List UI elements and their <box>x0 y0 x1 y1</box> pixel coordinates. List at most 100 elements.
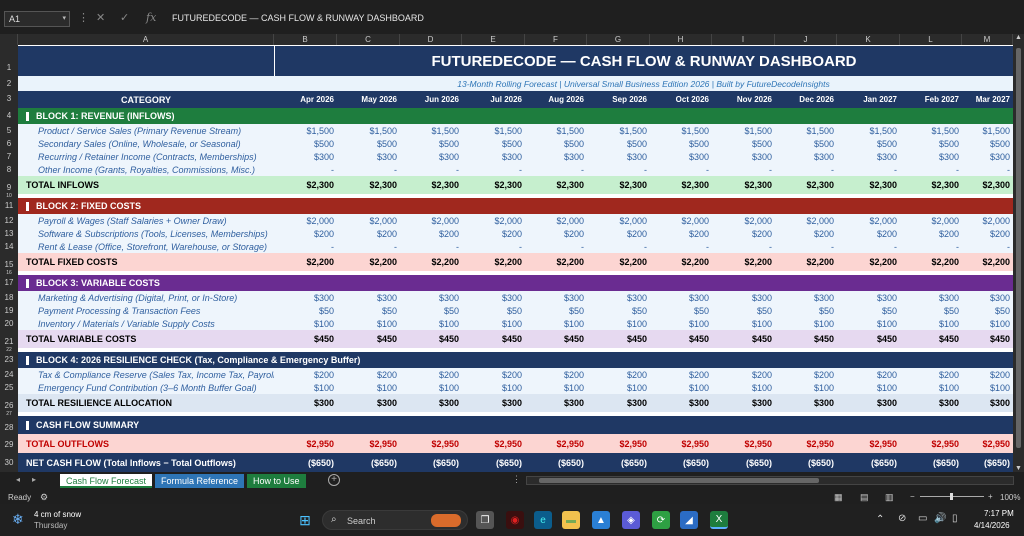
total-value-cell[interactable]: $2,300 <box>962 176 1013 194</box>
value-cell[interactable]: $50 <box>712 304 775 317</box>
value-cell[interactable]: $100 <box>650 381 712 394</box>
month-header[interactable]: Nov 2026 <box>712 91 775 108</box>
value-cell[interactable]: $300 <box>775 150 837 163</box>
value-cell[interactable]: $300 <box>837 150 900 163</box>
value-cell[interactable]: - <box>837 163 900 176</box>
month-header[interactable]: Feb 2027 <box>900 91 962 108</box>
value-cell[interactable]: - <box>525 240 587 253</box>
value-cell[interactable]: $300 <box>650 150 712 163</box>
tab-formula-reference[interactable]: Formula Reference <box>155 474 245 488</box>
network-icon[interactable]: ⊘ <box>898 513 906 524</box>
value-cell[interactable]: $500 <box>525 137 587 150</box>
value-cell[interactable]: $300 <box>337 291 400 304</box>
copilot-icon[interactable]: ◈ <box>622 511 640 529</box>
value-cell[interactable]: - <box>462 163 525 176</box>
month-header[interactable]: Jul 2026 <box>462 91 525 108</box>
net-cash-flow-cell[interactable]: ($650) <box>650 453 712 472</box>
value-cell[interactable]: $300 <box>462 150 525 163</box>
title-cell-a1[interactable] <box>18 46 274 76</box>
value-cell[interactable]: $100 <box>274 381 337 394</box>
total-outflows-cell[interactable]: $2,950 <box>650 434 712 453</box>
total-value-cell[interactable]: $300 <box>837 394 900 412</box>
row-header[interactable]: 6 <box>0 137 18 150</box>
row-header[interactable]: 14 <box>0 240 18 253</box>
row-header[interactable]: 5 <box>0 124 18 137</box>
value-cell[interactable]: $300 <box>837 291 900 304</box>
month-header[interactable]: Aug 2026 <box>525 91 587 108</box>
value-cell[interactable]: $50 <box>650 304 712 317</box>
page-layout-icon[interactable]: ▤ <box>860 492 869 503</box>
total-outflows-cell[interactable]: $2,950 <box>274 434 337 453</box>
total-value-cell[interactable]: $2,300 <box>900 176 962 194</box>
value-cell[interactable]: - <box>400 163 462 176</box>
value-cell[interactable]: - <box>837 240 900 253</box>
value-cell[interactable]: - <box>900 240 962 253</box>
value-cell[interactable]: $100 <box>337 317 400 330</box>
total-value-cell[interactable]: $300 <box>462 394 525 412</box>
select-all-corner[interactable] <box>0 34 18 45</box>
total-value-cell[interactable]: $300 <box>400 394 462 412</box>
total-value-cell[interactable]: $450 <box>525 330 587 348</box>
month-header[interactable]: Oct 2026 <box>650 91 712 108</box>
net-cash-flow-cell[interactable]: ($650) <box>337 453 400 472</box>
value-cell[interactable]: $2,000 <box>775 214 837 227</box>
value-cell[interactable]: $300 <box>400 150 462 163</box>
row-header[interactable]: 25 <box>0 381 18 394</box>
horizontal-scroll-thumb[interactable] <box>539 478 819 483</box>
value-cell[interactable]: $200 <box>775 227 837 240</box>
value-cell[interactable]: $500 <box>400 137 462 150</box>
page-break-icon[interactable]: ▥ <box>885 492 894 503</box>
snow-icon[interactable]: ❄ <box>12 511 24 528</box>
windows-start-icon[interactable]: ⊞ <box>296 511 314 529</box>
value-cell[interactable]: $2,000 <box>525 214 587 227</box>
row-header[interactable]: 2 <box>0 76 18 91</box>
scroll-thumb[interactable] <box>1016 48 1021 448</box>
value-cell[interactable]: $100 <box>525 381 587 394</box>
value-cell[interactable]: $500 <box>337 137 400 150</box>
value-cell[interactable]: $500 <box>900 137 962 150</box>
value-cell[interactable]: $50 <box>900 304 962 317</box>
value-cell[interactable]: - <box>900 163 962 176</box>
net-cash-flow-cell[interactable]: ($650) <box>587 453 650 472</box>
total-outflows-cell[interactable]: $2,950 <box>462 434 525 453</box>
file-explorer-icon[interactable]: ▬ <box>562 511 580 529</box>
value-cell[interactable]: $100 <box>274 317 337 330</box>
total-value-cell[interactable]: $300 <box>274 394 337 412</box>
dashboard-subtitle[interactable]: 13-Month Rolling Forecast | Universal Sm… <box>274 76 1013 91</box>
total-outflows-cell[interactable]: $2,950 <box>400 434 462 453</box>
total-outflows-cell[interactable]: $2,950 <box>962 434 1013 453</box>
column-header[interactable]: B <box>274 34 337 45</box>
value-cell[interactable]: $200 <box>712 227 775 240</box>
net-cash-flow-cell[interactable]: ($650) <box>775 453 837 472</box>
value-cell[interactable]: $200 <box>900 368 962 381</box>
row-header[interactable]: 23 <box>0 352 18 368</box>
month-header[interactable]: Jun 2026 <box>400 91 462 108</box>
value-cell[interactable]: $100 <box>962 317 1013 330</box>
total-value-cell[interactable]: $2,200 <box>712 253 775 271</box>
row-header[interactable]: 17 <box>0 275 18 291</box>
volume-icon[interactable]: 🔊 <box>934 513 946 524</box>
value-cell[interactable]: - <box>587 163 650 176</box>
row-header[interactable]: 11 <box>0 198 18 214</box>
net-cash-flow-label[interactable]: NET CASH FLOW (Total Inflows − Total Out… <box>18 453 274 472</box>
value-cell[interactable]: $300 <box>400 291 462 304</box>
display-icon[interactable]: ▭ <box>918 513 927 524</box>
tab-prev-icon[interactable]: ◂ <box>16 475 20 484</box>
value-cell[interactable]: $300 <box>587 150 650 163</box>
total-value-cell[interactable]: $300 <box>587 394 650 412</box>
value-cell[interactable]: $200 <box>337 368 400 381</box>
total-value-cell[interactable]: $2,300 <box>274 176 337 194</box>
total-value-cell[interactable]: $2,300 <box>775 176 837 194</box>
total-value-cell[interactable]: $2,300 <box>400 176 462 194</box>
column-header[interactable]: J <box>775 34 837 45</box>
excel-icon[interactable]: X <box>710 511 728 529</box>
value-cell[interactable]: $200 <box>462 227 525 240</box>
value-cell[interactable]: $200 <box>274 227 337 240</box>
dashboard-title[interactable]: FUTUREDECODE — CASH FLOW & RUNWAY DASHBO… <box>274 46 1013 76</box>
value-cell[interactable]: $100 <box>587 381 650 394</box>
row-header[interactable]: 9 <box>0 176 18 194</box>
column-header[interactable]: G <box>587 34 650 45</box>
column-header[interactable]: L <box>900 34 962 45</box>
value-cell[interactable]: $300 <box>587 291 650 304</box>
row-label[interactable]: Inventory / Materials / Variable Supply … <box>18 317 274 330</box>
